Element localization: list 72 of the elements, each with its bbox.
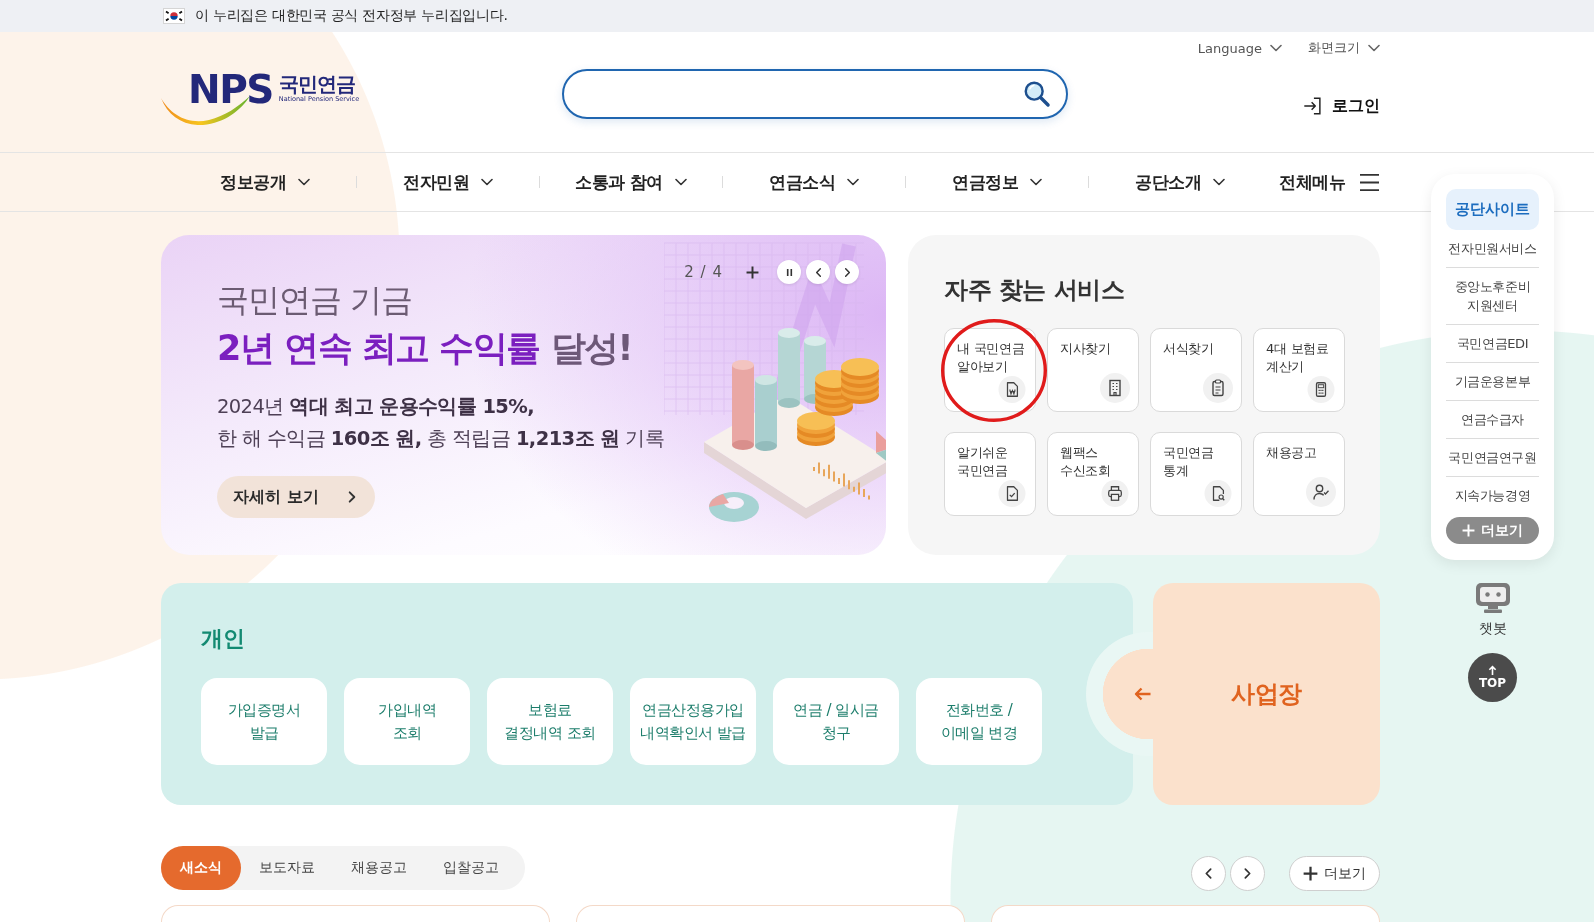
service-shortcut-button[interactable]: 연금산정용가입 내역확인서 발급 [630,678,756,765]
previous-button[interactable] [1191,856,1226,891]
nav-menu-item[interactable]: 소통과 참여 [575,167,687,197]
calculator-icon [1306,376,1336,403]
quick-menu-link[interactable]: 국민연금연구원 [1446,439,1539,477]
dropdown-link[interactable]: Language [1197,38,1282,58]
plus-icon [1462,524,1475,537]
all-menu-button[interactable]: 전체메뉴 [1279,170,1380,194]
banner-kicker: 국민연금 기금 [217,280,413,320]
service-shortcut-button[interactable]: 연금 / 일시금 청구 [773,678,899,765]
search-button[interactable] [1022,79,1052,109]
quick-menu-link[interactable]: 중앙노후준비 지원센터 [1446,268,1539,325]
quick-menu-link[interactable]: 지속가능경영 [1446,477,1539,514]
plus-icon [1303,866,1318,881]
service-tile[interactable]: 채용공고 [1253,432,1345,516]
news-tab[interactable]: 채용공고 [333,846,425,890]
quick-menu-link[interactable]: 국민연금EDI [1446,325,1539,363]
robot-icon [1474,582,1511,614]
nav-menu-item[interactable]: 공단소개 [1135,167,1225,197]
dropdown-link[interactable]: 화면크기 [1308,38,1380,58]
service-tile[interactable]: 알기쉬운 국민연금 [944,432,1036,516]
chatbot-button[interactable]: 챗봇 [1474,582,1511,638]
details-button[interactable]: 자세히 보기 [217,476,375,518]
service-tile[interactable]: 국민연금 통계 [1150,432,1242,516]
service-tile[interactable]: 내 국민연금 알아보기 [944,328,1036,412]
login-link[interactable]: 로그인 [1302,95,1380,117]
next-slide-button[interactable] [835,260,859,284]
login-icon [1302,95,1324,117]
search-field[interactable] [562,69,1068,119]
more-button[interactable]: 더보기 [1289,856,1380,891]
service-tile[interactable]: 지사찾기 [1047,328,1139,412]
services-title: 자주 찾는 서비스 [944,275,1126,305]
news-tab[interactable]: 보도자료 [241,846,333,890]
document-check-icon [997,480,1027,507]
plus-icon[interactable] [746,265,759,279]
pause-button[interactable] [777,260,801,284]
service-shortcut-button[interactable]: 가입내역 조회 [344,678,470,765]
service-shortcut-button[interactable]: 전화번호 / 이메일 변경 [916,678,1042,765]
nav-menu-item[interactable]: 전자민원 [403,167,493,197]
nav-menu-item[interactable]: 연금소식 [769,167,859,197]
back-to-top-button[interactable]: TOP [1468,653,1517,702]
quick-menu-link[interactable]: 기금운용본부 [1446,363,1539,401]
quick-menu-title: 공단사이트 [1446,189,1539,230]
previous-slide-button[interactable] [806,260,830,284]
arrow-up-icon [1488,665,1497,676]
logo-name: 국민연금 [278,73,356,95]
document-search-icon [1203,480,1233,507]
service-shortcut-button[interactable]: 가입증명서 발급 [201,678,327,765]
banner-description: 2024년 역대 최고 운용수익률 15%, 한 해 수익금 160조 원, 총 적립금 1,213조 원 기록 [217,394,664,452]
next-button[interactable] [1230,856,1265,891]
service-tile[interactable]: 웹팩스 수신조회 [1047,432,1139,516]
service-shortcut-button[interactable]: 보험료 결정내역 조회 [487,678,613,765]
menu-icon [1359,172,1380,192]
news-tab[interactable]: 입찰공고 [425,846,517,890]
service-tile[interactable]: 4대 보험료 계산기 [1253,328,1345,412]
government-notice: 이 누리집은 대한민국 공식 전자정부 누리집입니다. [195,7,508,25]
search-icon [1022,79,1052,109]
printer-icon [1100,480,1130,507]
nav-menu-item[interactable]: 연금정보 [952,167,1042,197]
flag-icon [163,8,185,24]
personal-title: 개인 [201,625,246,653]
quick-menu-link[interactable]: 연금수급자 [1446,401,1539,439]
nav-menu-item[interactable]: 정보공개 [220,167,310,197]
banner-headline: 2년 연속 최고 수익률 달성! [217,327,633,369]
person-check-icon [1306,477,1336,507]
quick-menu-link[interactable]: 전자민원서비스 [1446,230,1539,268]
service-tile[interactable]: 서식찾기 [1150,328,1242,412]
slide-counter: 2 / 4 [684,263,723,281]
clipboard-icon [1203,373,1233,403]
logo-wordmark: NPS [188,70,273,110]
building-icon [1100,373,1130,403]
document-won-icon [997,376,1027,403]
